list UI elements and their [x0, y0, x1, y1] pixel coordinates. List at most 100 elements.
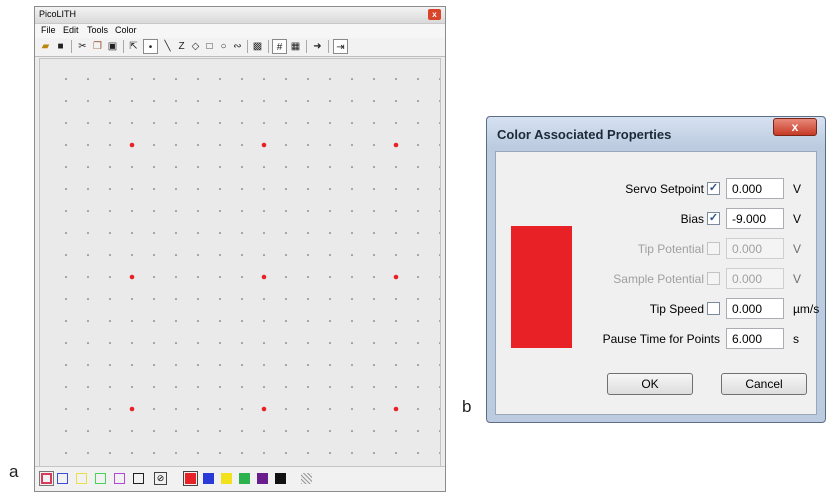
open-folder-icon[interactable]: ▰ [39, 39, 52, 54]
outline-swatch-1[interactable] [39, 471, 54, 486]
polyline-tool-icon[interactable]: Z [175, 39, 188, 54]
grid-dot [263, 320, 265, 322]
servo-setpoint-input[interactable]: 0.000 [726, 178, 784, 199]
no-fill-icon[interactable]: ⊘ [154, 472, 167, 485]
pattern-swatch[interactable] [301, 473, 312, 484]
bias-label: Bias [680, 212, 704, 226]
pause-time-label: Pause Time for Points [602, 332, 720, 346]
grid-large-icon[interactable]: ▦ [289, 39, 302, 54]
grid-dot [263, 430, 265, 432]
diamond-tool-icon[interactable]: ◇ [189, 39, 202, 54]
grid-dot [439, 320, 440, 322]
outline-swatch-5[interactable] [114, 473, 125, 484]
select-arrow-icon[interactable]: ⇱ [127, 39, 140, 54]
grid-dot [241, 386, 243, 388]
outline-swatch-4[interactable] [95, 473, 106, 484]
grid-dot [175, 100, 177, 102]
grid-dot [175, 430, 177, 432]
exposure-point[interactable] [129, 406, 135, 412]
grid-dot [219, 232, 221, 234]
menu-tools[interactable]: Tools [87, 25, 108, 35]
fill-icon[interactable]: ▩ [251, 39, 264, 54]
close-button[interactable]: x [428, 9, 441, 20]
exposure-point[interactable] [261, 406, 267, 412]
grid-dot [153, 276, 155, 278]
grid-dot [307, 166, 309, 168]
export-icon[interactable]: ⇥ [333, 39, 348, 54]
grid-dot [351, 364, 353, 366]
grid-dot [307, 430, 309, 432]
grid-dot [175, 232, 177, 234]
grid-dot [241, 452, 243, 454]
grid-dot [329, 342, 331, 344]
grid-dot [241, 408, 243, 410]
grid-dot [175, 166, 177, 168]
grid-dot [241, 122, 243, 124]
servo-setpoint-checkbox[interactable]: ✓ [707, 182, 720, 195]
line-tool-icon[interactable]: ╲ [161, 39, 174, 54]
tip-speed-input[interactable]: 0.000 [726, 298, 784, 319]
sample-potential-label-wrap: Sample Potential [576, 268, 704, 290]
freehand-tool-icon[interactable]: ∾ [231, 39, 244, 54]
grid-dot [219, 298, 221, 300]
fill-swatch-yellow[interactable] [221, 473, 232, 484]
tip-speed-unit: µm/s [793, 302, 820, 316]
exposure-point[interactable] [261, 274, 267, 280]
rectangle-tool-icon[interactable]: □ [203, 39, 216, 54]
cancel-button[interactable]: Cancel [721, 373, 807, 395]
outline-swatch-3[interactable] [76, 473, 87, 484]
grid-dot [285, 298, 287, 300]
grid-dot [285, 210, 287, 212]
dialog-close-button[interactable]: x [773, 118, 817, 136]
bias-input[interactable]: -9.000 [726, 208, 784, 229]
arrow-right-icon[interactable]: ➜ [311, 39, 324, 54]
exposure-point[interactable] [393, 142, 399, 148]
grid-dot [307, 78, 309, 80]
grid-dot [109, 122, 111, 124]
tip-speed-checkbox[interactable] [707, 302, 720, 315]
grid-dot [153, 298, 155, 300]
pause-time-input[interactable]: 6.000 [726, 328, 784, 349]
ok-button[interactable]: OK [607, 373, 693, 395]
fill-swatch-black[interactable] [275, 473, 286, 484]
circle-tool-icon[interactable]: ○ [217, 39, 230, 54]
menu-file[interactable]: File [41, 25, 56, 35]
fill-swatch-purple[interactable] [257, 473, 268, 484]
grid-dot [153, 430, 155, 432]
menu-color[interactable]: Color [115, 25, 137, 35]
paste-icon[interactable]: ▣ [106, 39, 119, 54]
grid-dot [109, 386, 111, 388]
grid-dot [329, 320, 331, 322]
grid-dot [329, 122, 331, 124]
fill-swatch-green[interactable] [239, 473, 250, 484]
exposure-point[interactable] [393, 406, 399, 412]
grid-dot [241, 276, 243, 278]
sample-potential-unit: V [793, 272, 802, 286]
color-swatch-preview [511, 226, 572, 348]
menu-edit[interactable]: Edit [63, 25, 79, 35]
grid-small-icon[interactable]: # [272, 39, 287, 54]
grid-dot [373, 342, 375, 344]
lithography-canvas[interactable] [39, 58, 441, 467]
dialog-title-bar: Color Associated Properties x [487, 117, 825, 147]
outline-swatch-6[interactable] [133, 473, 144, 484]
grid-dot [417, 452, 419, 454]
grid-dot [131, 430, 133, 432]
bias-checkbox[interactable]: ✓ [707, 212, 720, 225]
copy-icon[interactable]: ❐ [91, 39, 104, 54]
grid-dot [263, 166, 265, 168]
exposure-point[interactable] [129, 274, 135, 280]
save-icon[interactable]: ■ [54, 39, 67, 54]
exposure-point[interactable] [129, 142, 135, 148]
grid-dot [417, 188, 419, 190]
point-tool-icon[interactable]: • [143, 39, 158, 54]
cut-icon[interactable]: ✂ [76, 39, 89, 54]
grid-dot [131, 452, 133, 454]
outline-swatch-2[interactable] [57, 473, 68, 484]
fill-swatch-blue[interactable] [203, 473, 214, 484]
servo-setpoint-label: Servo Setpoint [625, 182, 704, 196]
exposure-point[interactable] [393, 274, 399, 280]
exposure-point[interactable] [261, 142, 267, 148]
fill-swatch-red[interactable] [183, 471, 198, 486]
grid-dot [285, 78, 287, 80]
